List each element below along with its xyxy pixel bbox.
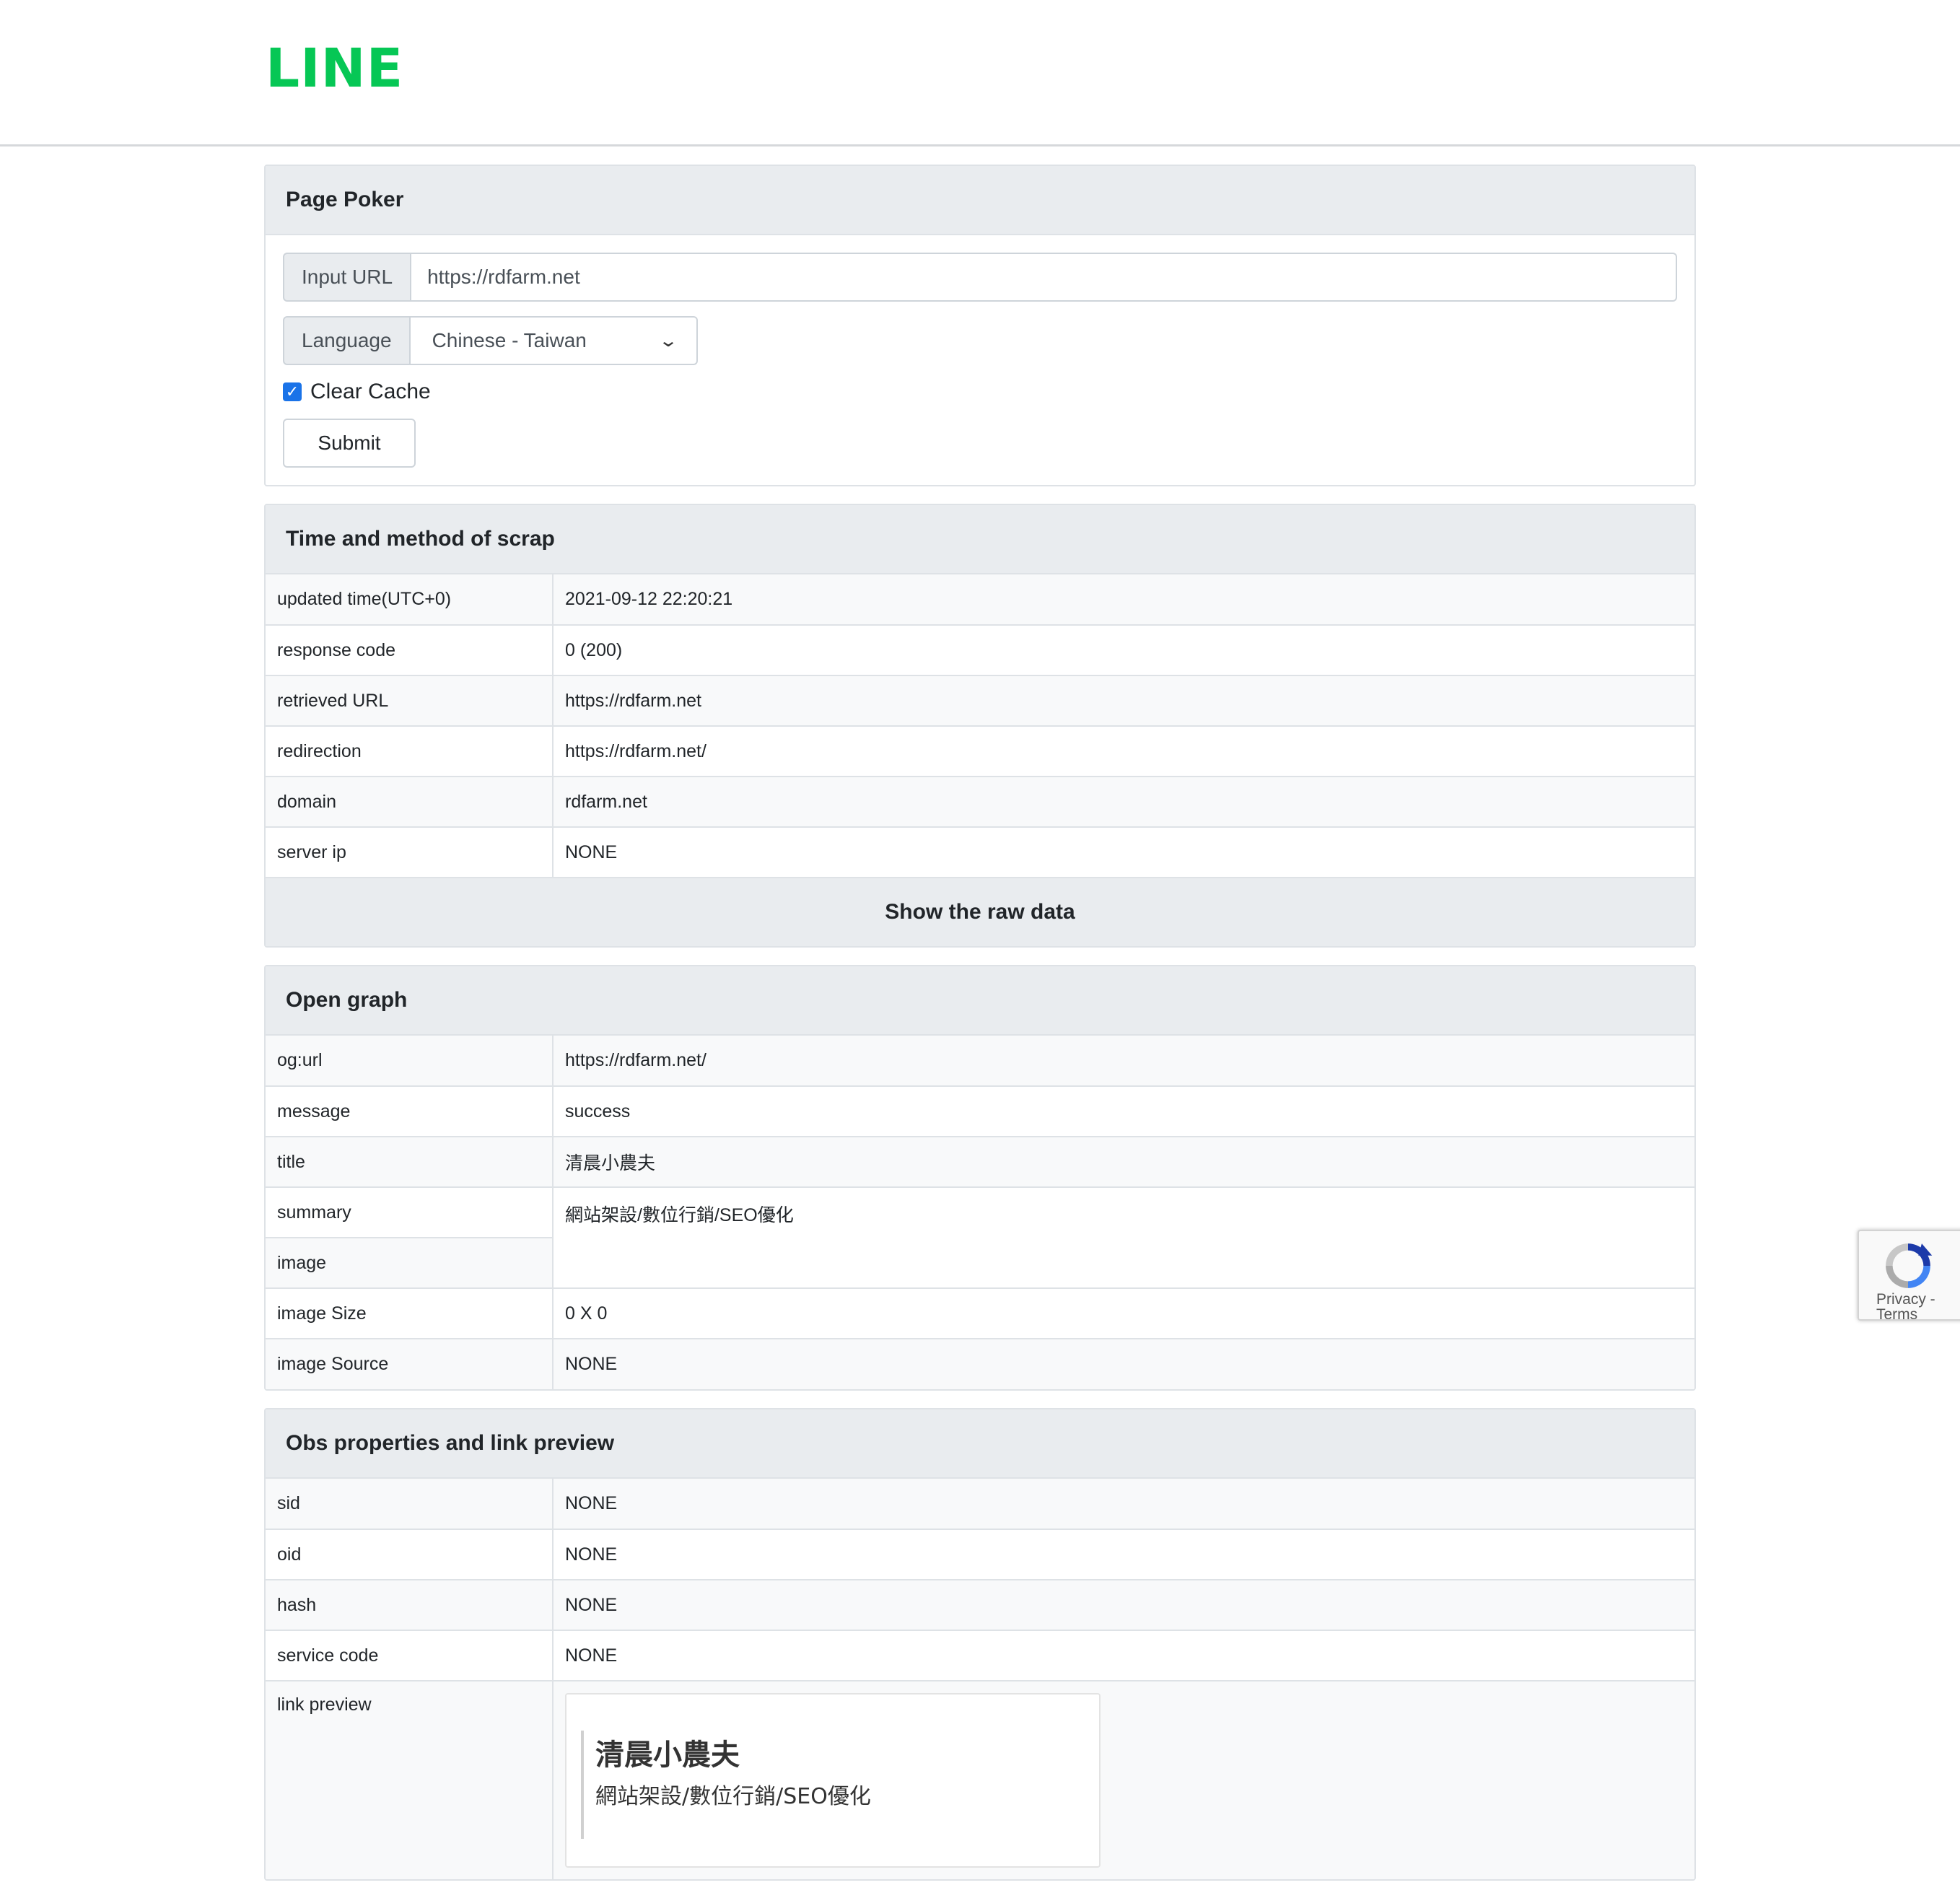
- main-content: Page Poker Input URL Language Chinese - …: [264, 165, 1696, 1898]
- page-poker-title: Page Poker: [266, 166, 1694, 235]
- row-value: NONE: [553, 827, 1694, 878]
- row-value: NONE: [553, 1580, 1694, 1631]
- row-value: rdfarm.net: [553, 777, 1694, 828]
- link-preview-card[interactable]: 清晨小農夫 網站架設/數位行銷/SEO優化: [565, 1693, 1101, 1868]
- table-row: image Source NONE: [266, 1339, 1694, 1389]
- table-row: image Size 0 X 0: [266, 1288, 1694, 1339]
- row-key: hash: [266, 1580, 554, 1631]
- line-logo[interactable]: LINE: [266, 42, 403, 95]
- table-row: hash NONE: [266, 1580, 1694, 1631]
- recaptcha-privacy-terms[interactable]: Privacy - Terms: [1876, 1292, 1956, 1322]
- row-value: 清晨小農夫: [553, 1137, 1694, 1188]
- table-row: summary 網站架設/數位行銷/SEO優化: [266, 1187, 1694, 1289]
- row-key: image: [266, 1238, 554, 1289]
- row-key: title: [266, 1137, 554, 1188]
- recaptcha-badge[interactable]: Privacy - Terms: [1858, 1230, 1960, 1322]
- row-key: summary: [266, 1187, 554, 1238]
- row-key: message: [266, 1086, 554, 1137]
- table-row: sid NONE: [266, 1479, 1694, 1530]
- language-selected-value: Chinese - Taiwan: [432, 329, 587, 351]
- language-input-group: Language Chinese - Taiwan ⌄: [283, 316, 1677, 365]
- table-row: response code 0 (200): [266, 625, 1694, 676]
- row-key: retrieved URL: [266, 675, 554, 727]
- row-value: https://rdfarm.net: [553, 675, 1694, 727]
- row-key: link preview: [266, 1681, 554, 1879]
- open-graph-title: Open graph: [266, 966, 1694, 1036]
- row-key: image Size: [266, 1288, 554, 1339]
- url-input-group: Input URL: [283, 253, 1677, 302]
- page-poker-card: Page Poker Input URL Language Chinese - …: [264, 165, 1696, 486]
- row-value: 0 X 0: [553, 1288, 1694, 1339]
- open-graph-table: og:url https://rdfarm.net/ message succe…: [266, 1036, 1694, 1389]
- row-value: https://rdfarm.net/: [553, 1036, 1694, 1087]
- link-preview-title: 清晨小農夫: [595, 1739, 740, 1772]
- obs-title: Obs properties and link preview: [266, 1409, 1694, 1479]
- link-preview-description: 網站架設/數位行銷/SEO優化: [595, 1784, 871, 1809]
- row-value: success: [553, 1086, 1694, 1137]
- clear-cache-checkbox[interactable]: ✓: [283, 382, 302, 401]
- row-value: https://rdfarm.net/: [553, 726, 1694, 777]
- row-key: redirection: [266, 726, 554, 777]
- row-value: 2021-09-12 22:20:21: [553, 574, 1694, 626]
- link-preview-content: 清晨小農夫 網站架設/數位行銷/SEO優化: [581, 1731, 1099, 1839]
- row-value: NONE: [553, 1529, 1694, 1580]
- table-row: link preview 清晨小農夫 網站架設/數位行銷/SEO優化: [266, 1681, 1694, 1879]
- table-row: redirection https://rdfarm.net/: [266, 726, 1694, 777]
- row-key: domain: [266, 777, 554, 828]
- scrap-title: Time and method of scrap: [266, 505, 1694, 574]
- table-row: retrieved URL https://rdfarm.net: [266, 675, 1694, 727]
- language-label: Language: [283, 316, 411, 365]
- table-row: service code NONE: [266, 1630, 1694, 1681]
- scrap-card: Time and method of scrap updated time(UT…: [264, 504, 1696, 948]
- row-key: updated time(UTC+0): [266, 574, 554, 626]
- row-key: oid: [266, 1529, 554, 1580]
- row-value: NONE: [553, 1339, 1694, 1389]
- table-row: updated time(UTC+0) 2021-09-12 22:20:21: [266, 574, 1694, 626]
- recaptcha-icon: [1886, 1243, 1933, 1288]
- obs-card: Obs properties and link preview sid NONE…: [264, 1408, 1696, 1881]
- table-row: message success: [266, 1086, 1694, 1137]
- table-row: title 清晨小農夫: [266, 1137, 1694, 1188]
- open-graph-card: Open graph og:url https://rdfarm.net/ me…: [264, 965, 1696, 1391]
- submit-button[interactable]: Submit: [283, 419, 416, 468]
- chevron-down-icon: ⌄: [658, 331, 679, 351]
- url-label: Input URL: [283, 253, 412, 302]
- table-row: domain rdfarm.net: [266, 777, 1694, 828]
- row-key: response code: [266, 625, 554, 676]
- link-preview-cell: 清晨小農夫 網站架設/數位行銷/SEO優化: [553, 1681, 1694, 1879]
- scrap-table: updated time(UTC+0) 2021-09-12 22:20:21 …: [266, 574, 1694, 878]
- row-value: NONE: [553, 1479, 1694, 1530]
- row-value: 0 (200): [553, 625, 1694, 676]
- clear-cache-label[interactable]: Clear Cache: [310, 380, 431, 404]
- row-key: image Source: [266, 1339, 554, 1389]
- row-key: service code: [266, 1630, 554, 1681]
- language-select[interactable]: Chinese - Taiwan ⌄: [410, 316, 698, 365]
- row-key: server ip: [266, 827, 554, 878]
- row-key: og:url: [266, 1036, 554, 1087]
- table-row: oid NONE: [266, 1529, 1694, 1580]
- table-row: og:url https://rdfarm.net/: [266, 1036, 1694, 1087]
- url-input[interactable]: [411, 253, 1677, 302]
- clear-cache-row: ✓ Clear Cache: [283, 380, 1677, 404]
- row-value: NONE: [553, 1630, 1694, 1681]
- row-key: sid: [266, 1479, 554, 1530]
- site-header: LINE: [0, 0, 1960, 146]
- show-raw-data-button[interactable]: Show the raw data: [266, 878, 1694, 946]
- row-value: 網站架設/數位行銷/SEO優化: [553, 1187, 1694, 1289]
- obs-table: sid NONE oid NONE hash NONE service code…: [266, 1479, 1694, 1879]
- table-row: server ip NONE: [266, 827, 1694, 878]
